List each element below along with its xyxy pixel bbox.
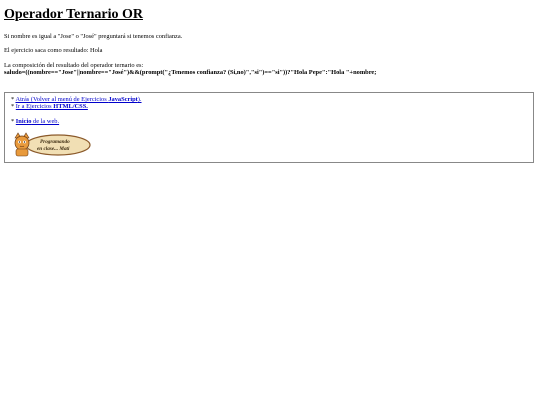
composition-paragraph: La composición del resultado del operado… (4, 62, 376, 76)
logo-line2: en clase... Mati (37, 146, 70, 152)
navigation-box: * Atrás (Volver al menú de Ejercicios Ja… (4, 92, 534, 163)
logo-badge-shape (25, 134, 91, 156)
page-title: Operador Ternario OR (4, 7, 143, 22)
html-css-exercises-link[interactable]: Ir a Ejercicios HTML/CSS. (16, 103, 88, 110)
programando-logo[interactable]: Programando en clase... Mati (10, 132, 92, 158)
nav-home-row: * Inicio de la web. (11, 118, 59, 125)
result-paragraph: El ejercicio saca como resultado: Hola (4, 47, 103, 54)
back-link-bold: JavaScript (108, 96, 138, 103)
description-paragraph: Si nombre es igual a "Jose" o "José" pre… (4, 33, 183, 40)
nav-back-row: * Atrás (Volver al menú de Ejercicios Ja… (11, 96, 142, 103)
logo-line1: Programando (40, 139, 70, 145)
composition-label: La composición del resultado del operado… (4, 62, 144, 69)
cat-mascot-icon (14, 132, 30, 157)
ternary-code: saludo=((nombre=="Jose"||nombre=="José")… (4, 69, 377, 76)
home-link-bold: Inicio (15, 118, 32, 125)
nav-exercises-row: * Ir a Ejercicios HTML/CSS. (11, 103, 88, 110)
exercises-link-bold: HTML/CSS. (53, 103, 88, 110)
home-link[interactable]: Inicio de la web. (16, 118, 59, 125)
back-to-javascript-link[interactable]: Atrás (Volver al menú de Ejercicios Java… (15, 96, 141, 103)
back-link-text: Atrás (Volver al menú de Ejercicios (15, 96, 109, 103)
back-link-suffix: ). (137, 96, 142, 103)
exercises-link-text: Ir a Ejercicios (15, 103, 54, 110)
home-link-text: de la web. (31, 118, 60, 125)
